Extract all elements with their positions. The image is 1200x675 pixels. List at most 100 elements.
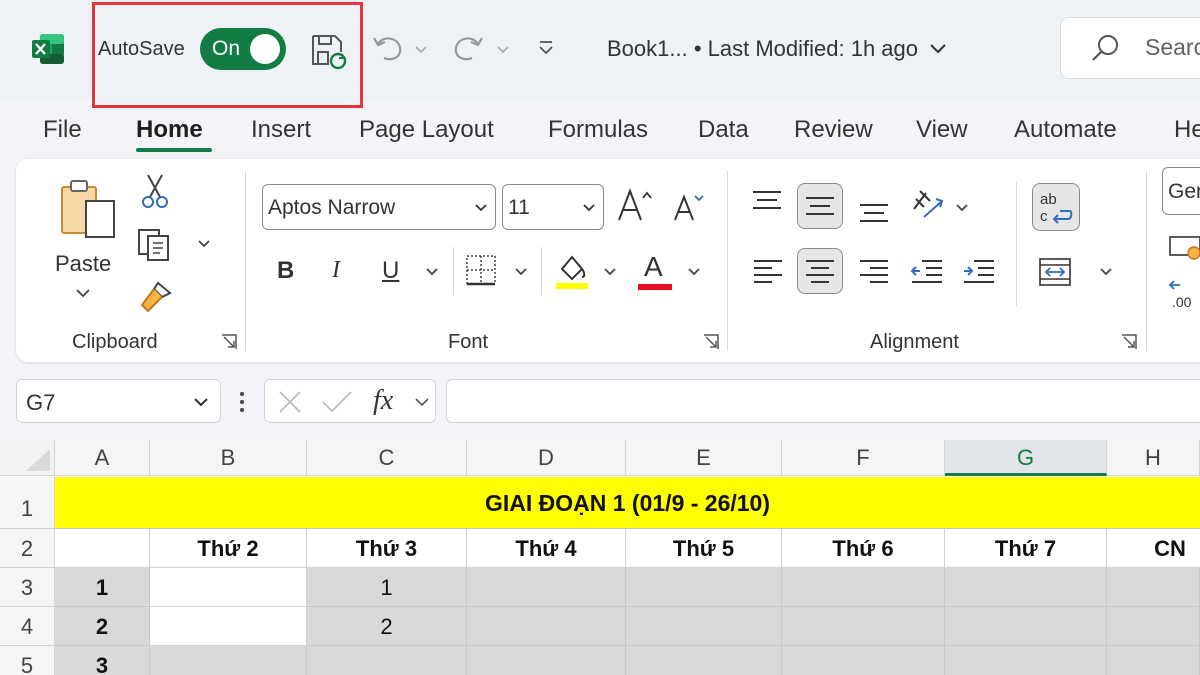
redo-icon[interactable] (450, 30, 486, 66)
cell-d4[interactable] (467, 607, 626, 646)
row-header-4[interactable]: 4 (0, 607, 55, 646)
column-header-b[interactable]: B (150, 440, 307, 476)
cell-e4[interactable] (626, 607, 782, 646)
cell-f4[interactable] (782, 607, 945, 646)
number-format-dropdown[interactable]: General (1162, 167, 1200, 215)
cell-g4[interactable] (945, 607, 1107, 646)
clipboard-dialog-launcher-icon[interactable] (220, 333, 238, 351)
cell-d3[interactable] (467, 568, 626, 607)
copy-dropdown-chevron-icon[interactable] (196, 237, 212, 251)
more-vertical-icon[interactable] (236, 390, 248, 414)
name-box[interactable]: G7 (16, 379, 221, 423)
cell-e2[interactable]: Thứ 5 (626, 529, 782, 568)
cell-f2[interactable]: Thứ 6 (782, 529, 945, 568)
cell-h3[interactable] (1107, 568, 1200, 607)
underline-button[interactable]: U (382, 257, 399, 285)
cell-b5[interactable] (150, 646, 307, 675)
cell-h4[interactable] (1107, 607, 1200, 646)
tab-insert[interactable]: Insert (251, 116, 311, 144)
underline-dropdown-chevron-icon[interactable] (424, 265, 440, 279)
cell-h5[interactable] (1107, 646, 1200, 675)
cell-g5[interactable] (945, 646, 1107, 675)
top-align-icon[interactable] (750, 189, 784, 215)
cell-a3[interactable]: 1 (55, 568, 150, 607)
paste-dropdown-chevron-icon[interactable] (74, 287, 92, 301)
redo-dropdown-chevron-icon[interactable] (494, 40, 512, 58)
merge-center-icon[interactable] (1038, 257, 1072, 287)
font-color-button[interactable]: A (638, 251, 672, 291)
orientation-dropdown-chevron-icon[interactable] (954, 201, 970, 215)
column-header-a[interactable]: A (55, 440, 150, 476)
enter-check-icon[interactable] (321, 389, 353, 415)
tab-formulas[interactable]: Formulas (548, 116, 648, 144)
cell-b3[interactable] (150, 568, 307, 607)
fill-color-dropdown-chevron-icon[interactable] (602, 265, 618, 279)
cut-icon[interactable] (140, 173, 170, 209)
merge-dropdown-chevron-icon[interactable] (1098, 265, 1114, 279)
cell-c3[interactable]: 1 (307, 568, 467, 607)
borders-dropdown-chevron-icon[interactable] (513, 265, 529, 279)
increase-indent-icon[interactable] (962, 257, 996, 285)
alignment-dialog-launcher-icon[interactable] (1120, 333, 1138, 351)
cell-f3[interactable] (782, 568, 945, 607)
insert-function-button[interactable]: fx (373, 385, 393, 417)
font-dialog-launcher-icon[interactable] (702, 333, 720, 351)
excel-logo-icon[interactable] (30, 31, 66, 67)
orientation-icon[interactable] (908, 187, 946, 223)
cell-a4[interactable]: 2 (55, 607, 150, 646)
cell-e5[interactable] (626, 646, 782, 675)
font-color-dropdown-chevron-icon[interactable] (686, 265, 702, 279)
column-header-e[interactable]: E (626, 440, 782, 476)
select-all-corner[interactable] (0, 440, 55, 476)
cell-g2[interactable]: Thứ 7 (945, 529, 1107, 568)
bottom-align-icon[interactable] (858, 199, 890, 225)
align-right-icon[interactable] (858, 257, 890, 285)
decrease-font-size-icon[interactable] (672, 191, 706, 223)
middle-align-button[interactable] (797, 183, 843, 229)
cell-b2[interactable]: Thứ 2 (150, 529, 307, 568)
borders-icon[interactable] (465, 254, 497, 286)
search-box[interactable]: Search (1060, 17, 1200, 79)
bold-button[interactable]: B (277, 257, 294, 285)
align-left-icon[interactable] (752, 257, 784, 285)
cell-b4[interactable] (150, 607, 307, 646)
cell-h2[interactable]: CN (1107, 529, 1200, 568)
column-header-f[interactable]: F (782, 440, 945, 476)
cell-f5[interactable] (782, 646, 945, 675)
cell-d2[interactable]: Thứ 4 (467, 529, 626, 568)
column-header-g[interactable]: G (945, 440, 1107, 476)
fill-color-icon[interactable] (554, 251, 590, 291)
font-size-dropdown[interactable]: 11 (502, 184, 604, 230)
cell-c5[interactable] (307, 646, 467, 675)
row-header-1[interactable]: 1 (0, 477, 55, 529)
merged-title-cell[interactable]: GIAI ĐOẠN 1 (01/9 - 26/10) (55, 477, 1200, 529)
tab-review[interactable]: Review (794, 116, 873, 144)
decrease-indent-icon[interactable] (910, 257, 944, 285)
cell-d5[interactable] (467, 646, 626, 675)
tab-home[interactable]: Home (136, 116, 203, 144)
italic-button[interactable]: I (332, 257, 340, 284)
cell-a2[interactable] (55, 529, 150, 568)
format-painter-icon[interactable] (138, 279, 174, 313)
undo-icon[interactable] (370, 30, 406, 66)
cell-e3[interactable] (626, 568, 782, 607)
customize-qat-icon[interactable] (535, 37, 557, 59)
paste-button-label[interactable]: Paste (55, 251, 111, 277)
document-title[interactable]: Book1... • Last Modified: 1h ago (607, 36, 948, 62)
row-header-3[interactable]: 3 (0, 568, 55, 607)
accounting-format-icon[interactable] (1168, 233, 1200, 261)
column-header-h[interactable]: H (1107, 440, 1200, 476)
increase-font-size-icon[interactable] (616, 187, 654, 223)
cell-g3[interactable] (945, 568, 1107, 607)
cell-c2[interactable]: Thứ 3 (307, 529, 467, 568)
tab-view[interactable]: View (916, 116, 968, 144)
wrap-text-button[interactable]: ab c (1032, 183, 1080, 231)
formula-input[interactable] (446, 379, 1200, 423)
tab-page-layout[interactable]: Page Layout (359, 116, 494, 144)
font-name-dropdown[interactable]: Aptos Narrow (262, 184, 496, 230)
cancel-icon[interactable] (277, 389, 303, 415)
column-header-c[interactable]: C (307, 440, 467, 476)
center-align-button[interactable] (797, 248, 843, 294)
tab-automate[interactable]: Automate (1014, 116, 1117, 144)
search-input[interactable]: Search (1145, 34, 1200, 61)
